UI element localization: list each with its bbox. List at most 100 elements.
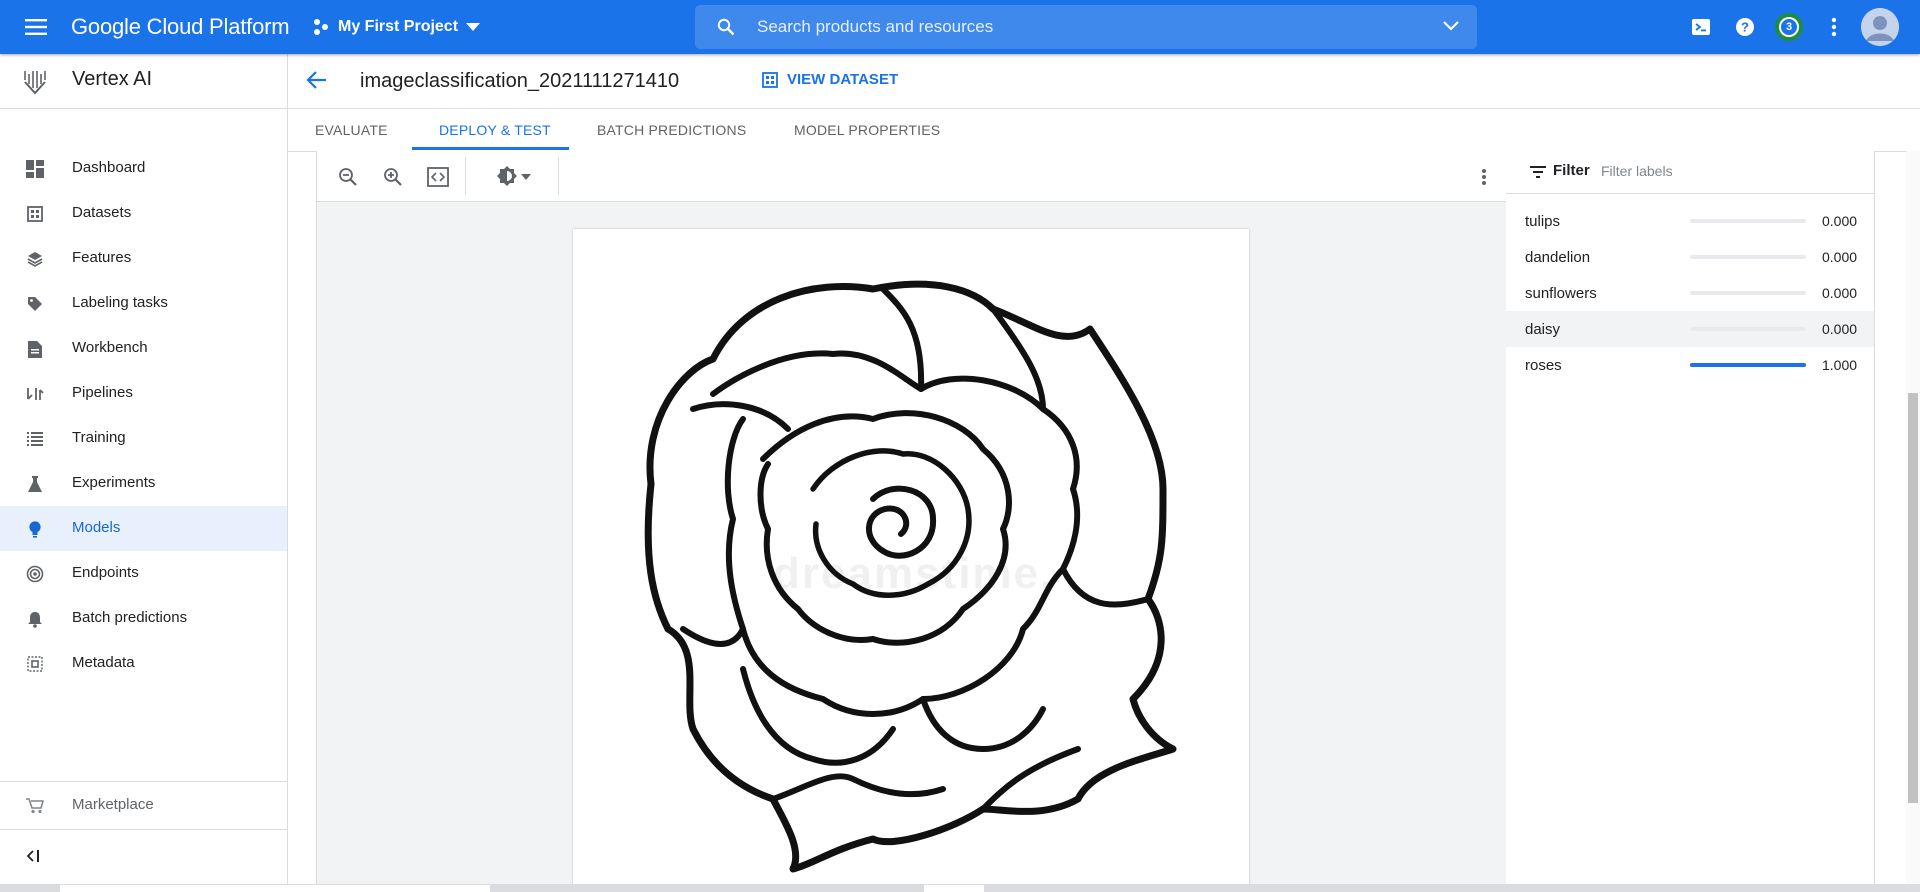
divider: [558, 157, 559, 195]
sidebar-item-label: Models: [72, 519, 121, 536]
project-selector[interactable]: My First Project: [312, 16, 481, 38]
score-bar: [1690, 291, 1806, 295]
horizontal-scrollbar-segment: [924, 885, 984, 892]
sidebar-item-label: Features: [72, 249, 132, 266]
experiments-flask-icon: [25, 474, 45, 494]
sidebar-item-endpoints[interactable]: Endpoints: [0, 551, 287, 596]
sidebar-item-label: Experiments: [72, 474, 156, 491]
sidebar-item-label: Batch predictions: [72, 609, 188, 626]
sidebar-item-workbench[interactable]: Workbench: [0, 326, 287, 371]
sidebar-item-labeling-tasks[interactable]: Labeling tasks: [0, 281, 287, 326]
datasets-icon: [25, 204, 45, 224]
sidebar-item-batch-predictions[interactable]: Batch predictions: [0, 596, 287, 641]
caret-down-icon: [521, 174, 531, 180]
sidebar: Vertex AI Dashboard Datasets Features La…: [0, 54, 288, 892]
collapse-sidebar-icon[interactable]: [26, 849, 48, 867]
features-icon: [25, 249, 45, 269]
search-input[interactable]: Search products and resources: [757, 17, 993, 37]
label-row: tulips 0.000: [1506, 203, 1874, 239]
training-icon: [25, 429, 45, 449]
label-name: dandelion: [1525, 249, 1591, 266]
filter-input[interactable]: Filter labels: [1601, 163, 1673, 179]
sidebar-item-dashboard[interactable]: Dashboard: [0, 146, 287, 191]
watermark-logo: dreamstime.: [773, 549, 1055, 598]
score-bar-fill: [1690, 363, 1806, 367]
sidebar-item-label: Training: [72, 429, 126, 446]
tab-bar: EVALUATE DEPLOY & TEST BATCH PREDICTIONS…: [288, 108, 1920, 152]
endpoints-icon: [25, 564, 45, 584]
notifications-badge[interactable]: 3: [1775, 13, 1803, 41]
sidebar-item-label: Labeling tasks: [72, 294, 168, 311]
score-bar: [1690, 327, 1806, 331]
filter-label: Filter: [1553, 162, 1590, 179]
sidebar-item-metadata[interactable]: Metadata: [0, 641, 287, 686]
more-vert-icon[interactable]: [1471, 164, 1497, 190]
horizontal-scrollbar-segment: [60, 885, 490, 892]
project-hexagon-icon: [314, 19, 328, 35]
sidebar-item-label: Datasets: [72, 204, 132, 221]
metadata-icon: [25, 654, 45, 674]
brand-title[interactable]: Google Cloud Platform: [71, 14, 290, 40]
filter-icon: [1530, 166, 1546, 178]
help-icon[interactable]: ?: [1732, 14, 1758, 40]
tab-deploy-test[interactable]: DEPLOY & TEST: [439, 122, 551, 138]
zoom-in-icon[interactable]: [380, 164, 406, 190]
label-row: dandelion 0.000: [1506, 239, 1874, 275]
label-row: daisy 0.000: [1506, 311, 1874, 347]
zoom-out-icon[interactable]: [335, 164, 361, 190]
label-name: roses: [1525, 357, 1562, 374]
sidebar-item-pipelines[interactable]: Pipelines: [0, 371, 287, 416]
scrollbar-thumb[interactable]: [1908, 393, 1918, 803]
score-bar: [1690, 219, 1806, 223]
sidebar-item-datasets[interactable]: Datasets: [0, 191, 287, 236]
sidebar-header: Vertex AI: [0, 54, 287, 109]
back-arrow-icon[interactable]: [306, 70, 332, 96]
image-viewer: dreamstime.: [316, 151, 1508, 892]
brightness-dropdown[interactable]: [485, 164, 541, 190]
account-avatar[interactable]: [1861, 8, 1899, 46]
score-value: 0.000: [1822, 285, 1858, 301]
tab-evaluate[interactable]: EVALUATE: [315, 122, 388, 138]
sidebar-item-label: Marketplace: [72, 796, 154, 813]
models-bulb-icon: [25, 519, 45, 539]
viewer-toolbar: [317, 151, 1507, 202]
score-bar: [1690, 363, 1806, 367]
sidebar-item-models[interactable]: Models: [0, 506, 287, 551]
view-dataset-button[interactable]: VIEW DATASET: [762, 71, 898, 88]
cloud-shell-icon[interactable]: [1688, 14, 1714, 40]
sidebar-item-training[interactable]: Training: [0, 416, 287, 461]
score-value: 0.000: [1822, 321, 1858, 337]
batch-predictions-bell-icon: [25, 609, 45, 629]
active-tab-indicator: [412, 147, 569, 150]
search-icon: [717, 18, 735, 36]
marketplace-cart-icon: [25, 796, 45, 816]
label-name: daisy: [1525, 321, 1561, 338]
filter-bar[interactable]: Filter Filter labels: [1506, 151, 1874, 194]
dashboard-icon: [25, 159, 45, 179]
fit-to-screen-icon[interactable]: [425, 164, 451, 190]
vertex-ai-logo-icon: [24, 71, 46, 95]
sidebar-item-marketplace[interactable]: Marketplace: [0, 781, 287, 829]
tab-batch-predictions[interactable]: BATCH PREDICTIONS: [597, 122, 746, 138]
project-name: My First Project: [338, 18, 459, 35]
label-scores-panel: Filter Filter labels tulips 0.000 dandel…: [1506, 151, 1875, 892]
sidebar-item-experiments[interactable]: Experiments: [0, 461, 287, 506]
sidebar-item-label: Endpoints: [72, 564, 139, 581]
brightness-icon: [497, 166, 517, 186]
top-app-bar: Google Cloud Platform My First Project S…: [0, 0, 1920, 54]
score-value: 0.000: [1822, 213, 1858, 229]
label-name: sunflowers: [1525, 285, 1597, 302]
test-image-canvas[interactable]: dreamstime.: [573, 229, 1249, 892]
caret-down-icon: [466, 23, 481, 31]
pipelines-icon: [25, 384, 45, 404]
label-tag-icon: [25, 294, 45, 314]
sidebar-item-features[interactable]: Features: [0, 236, 287, 281]
chevron-down-icon[interactable]: [1443, 21, 1459, 31]
more-vert-icon[interactable]: [1821, 14, 1847, 40]
score-bar: [1690, 255, 1806, 259]
sidebar-item-label: Workbench: [72, 339, 148, 356]
tab-model-properties[interactable]: MODEL PROPERTIES: [794, 122, 940, 138]
workbench-icon: [25, 339, 45, 359]
menu-hamburger-icon[interactable]: [22, 14, 50, 40]
search-bar[interactable]: Search products and resources: [695, 5, 1477, 49]
